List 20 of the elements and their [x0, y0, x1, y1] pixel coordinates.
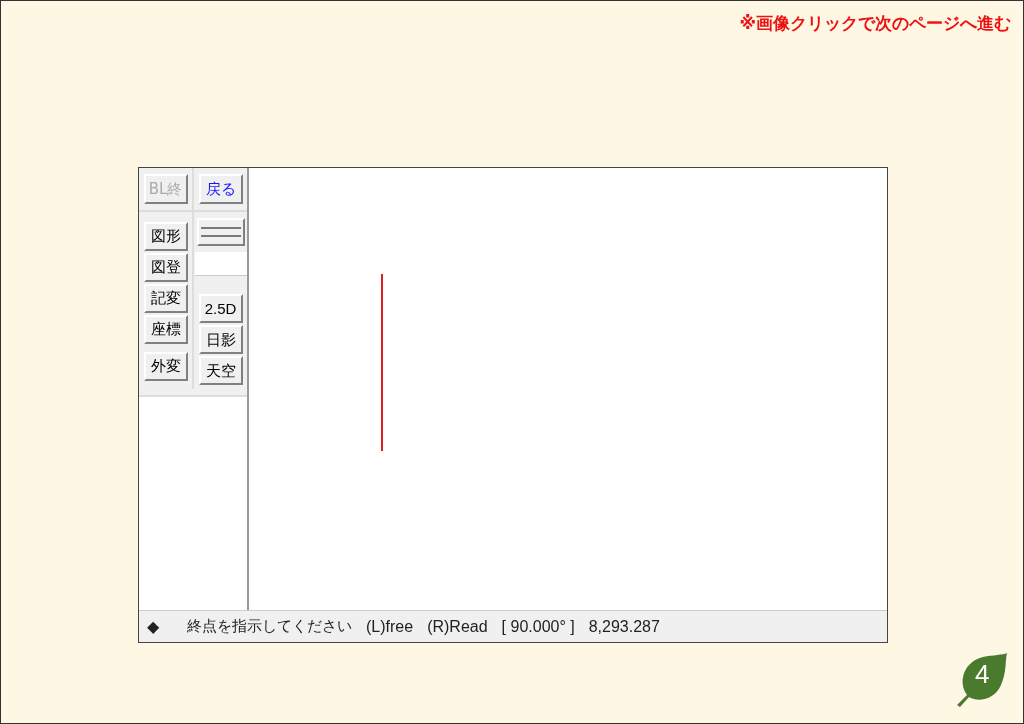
angle-reading: [ 90.000° ] [501, 616, 575, 637]
tool-button[interactable]: 天空 [198, 356, 243, 385]
tool-button[interactable]: 座標 [143, 315, 188, 344]
notice-text: ※画像クリックで次のページへ進む [739, 12, 1011, 35]
tool-button[interactable]: 記変 [143, 284, 188, 313]
tool-button[interactable]: 2.5D [198, 294, 243, 323]
input-field[interactable] [194, 252, 247, 276]
coordinate-reading: 8,293.287 [588, 616, 660, 637]
status-message: 終点を指示してください [187, 616, 352, 638]
right-click-hint: (R)Read [427, 616, 488, 637]
diamond-icon: ◆ [147, 614, 159, 639]
tool-button[interactable]: 戻る [198, 174, 243, 204]
tool-button[interactable]: 図登 [143, 253, 188, 282]
left-click-hint: (L)free [366, 616, 414, 637]
page-number: 4 [975, 661, 990, 687]
line-style-button[interactable] [196, 218, 245, 246]
double-line-icon [200, 226, 241, 238]
tool-button[interactable]: 図形 [143, 222, 188, 251]
tool-button[interactable]: 日影 [198, 325, 243, 354]
tool-button[interactable]: 外変 [143, 352, 188, 381]
